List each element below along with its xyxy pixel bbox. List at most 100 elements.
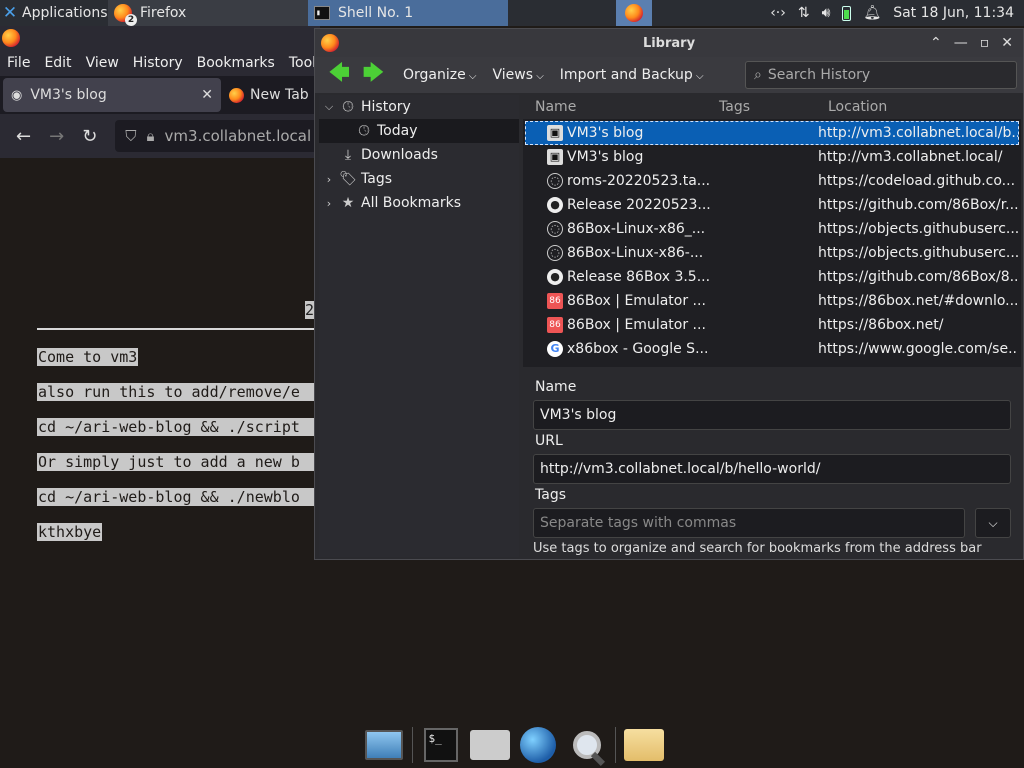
taskbar-firefox[interactable]: 2 Firefox (108, 0, 308, 26)
magnifier-icon (571, 729, 603, 761)
firefox-navbar: ← → ↻ ⛉ 🔒︎ vm3.collabnet.local (0, 114, 320, 158)
name-label: Name (535, 379, 577, 395)
transfer-icon[interactable]: ⇅ (798, 5, 810, 21)
globe-icon: ◌ (547, 173, 563, 189)
firefox-menubar: File Edit View History Bookmarks Tools (0, 50, 323, 76)
menu-history[interactable]: History (126, 55, 190, 71)
forward-icon[interactable]: → (49, 126, 64, 147)
import-backup-menu[interactable]: Import and Backup ⌵ (560, 67, 704, 83)
tree-label: All Bookmarks (361, 195, 462, 211)
chevron-down-icon[interactable]: ⌵ (319, 100, 339, 114)
dock-web-browser[interactable] (518, 725, 558, 765)
menu-edit[interactable]: Edit (37, 55, 78, 71)
history-row[interactable]: ◌ roms-20220523.ta... https://codeload.git… (525, 169, 1019, 193)
forward-arrow-icon[interactable]: 🡆 (363, 58, 387, 92)
tree-label: Today (377, 123, 418, 139)
minimize-icon[interactable]: — (954, 35, 968, 51)
row-location: https://objects.githubuserc... (818, 245, 1018, 261)
taskbar-library[interactable] (616, 0, 652, 26)
row-name: 86Box | Emulator ... (567, 317, 706, 333)
tree-item-all-bookmarks[interactable]: › ★ All Bookmarks (319, 191, 519, 215)
tree-item-downloads[interactable]: ⤓ Downloads (319, 143, 519, 167)
chevron-right-icon[interactable]: › (319, 173, 339, 186)
clock[interactable]: Sat 18 Jun, 11:34 (893, 5, 1014, 21)
tags-label: Tags (535, 487, 566, 503)
menu-file[interactable]: File (0, 55, 37, 71)
content-line: also run this to add/remove/e (37, 383, 315, 401)
back-arrow-icon[interactable]: 🡄 (329, 58, 353, 92)
dock-home-folder[interactable] (469, 725, 510, 765)
window-count-badge: 2 (125, 14, 137, 26)
history-row[interactable]: 86 86Box | Emulator ... https://86box.net/… (525, 289, 1019, 313)
history-row[interactable]: ● Release 86Box 3.5... https://github.com/… (525, 265, 1019, 289)
back-icon[interactable]: ← (16, 126, 31, 147)
details-pane: Name VM3's blog URL http://vm3.collabnet… (523, 371, 1021, 557)
tree-item-today[interactable]: 🕓︎ Today (319, 119, 519, 143)
menu-view[interactable]: View (79, 55, 126, 71)
history-row[interactable]: ● Release 20220523... https://github.com/8… (525, 193, 1019, 217)
organize-menu[interactable]: Organize ⌵ (403, 67, 477, 83)
firefox-window: File Edit View History Bookmarks Tools ◉… (0, 26, 323, 726)
library-titlebar[interactable]: Library ⌃ — ▫ ✕ (315, 29, 1023, 57)
close-icon[interactable]: ✕ (1001, 35, 1013, 51)
search-history-input[interactable]: ⌕ Search History (745, 61, 1017, 89)
tags-field[interactable]: Separate tags with commas (533, 508, 965, 538)
url-bar[interactable]: ⛉ 🔒︎ vm3.collabnet.local (115, 120, 320, 152)
applications-menu[interactable]: ✕ Applications (0, 3, 108, 23)
dock-terminal[interactable]: $_ (421, 725, 461, 765)
86box-icon: 86 (547, 293, 563, 309)
maximize-icon[interactable]: ▫ (980, 35, 990, 51)
row-name: Release 20220523... (567, 197, 711, 213)
firefox-icon: 2 (114, 4, 137, 26)
desktop-icon (365, 730, 404, 760)
history-row[interactable]: 86 86Box | Emulator ... https://86box.net/ (525, 313, 1019, 337)
history-row[interactable]: Gx86box - Google S... https://www.google.… (525, 337, 1019, 361)
firefox-titlebar[interactable] (0, 26, 320, 50)
dock-app-finder[interactable] (566, 725, 606, 765)
column-name[interactable]: Name (535, 99, 576, 115)
vm-icon: ▣ (547, 149, 563, 165)
battery-icon[interactable] (842, 5, 852, 21)
column-tags[interactable]: Tags (719, 99, 750, 115)
vm-icon: ◉ (11, 87, 23, 103)
volume-icon[interactable]: 🔊︎ (822, 5, 831, 21)
dock-files[interactable] (623, 725, 664, 765)
lock-icon[interactable]: 🔒︎ (147, 127, 155, 145)
notification-bell-icon[interactable]: 🔔︎ (863, 5, 881, 21)
tab-vm3-blog[interactable]: ◉ VM3's blog ✕ (3, 78, 221, 112)
url-text: vm3.collabnet.local (164, 127, 312, 145)
reload-icon[interactable]: ↻ (82, 126, 97, 147)
views-menu[interactable]: Views ⌵ (493, 67, 544, 83)
firefox-icon (2, 29, 20, 47)
history-row[interactable]: ◌ 86Box-Linux-x86-... https://objects.gith… (525, 241, 1019, 265)
dock-show-desktop[interactable] (364, 725, 404, 765)
shield-icon[interactable]: ⛉ (125, 127, 136, 145)
tree-item-history[interactable]: ⌵ 🕓︎ History (319, 95, 519, 119)
tab-label: VM3's blog (30, 87, 107, 103)
network-arrows-icon[interactable]: ‹·› (770, 5, 786, 21)
menu-bookmarks[interactable]: Bookmarks (190, 55, 282, 71)
history-list: ▣ VM3's blog http://vm3.collabnet.local/b.… (523, 119, 1021, 367)
search-placeholder: Search History (767, 67, 871, 83)
globe-icon (520, 727, 557, 763)
history-row[interactable]: ▣ VM3's blog http://vm3.collabnet.local/b.… (525, 121, 1019, 145)
url-field[interactable]: http://vm3.collabnet.local/b/hello-world… (533, 454, 1011, 484)
taskbar-shell[interactable]: ▮ Shell No. 1 (308, 0, 508, 26)
tags-dropdown-button[interactable]: ⌵ (975, 508, 1011, 538)
tree-item-tags[interactable]: › 🏷︎ Tags (319, 167, 519, 191)
history-row[interactable]: ◌ 86Box-Linux-x86_... https://objects.gith… (525, 217, 1019, 241)
row-name: x86box - Google S... (567, 341, 709, 357)
tags-hint: Use tags to organize and search for book… (533, 541, 982, 556)
column-location[interactable]: Location (828, 99, 887, 115)
chevron-right-icon[interactable]: › (319, 197, 339, 210)
content-line: Come to vm3 (37, 348, 139, 366)
tree-label: Tags (361, 171, 392, 187)
name-field[interactable]: VM3's blog (533, 400, 1011, 430)
globe-icon: ◌ (547, 221, 563, 237)
history-row[interactable]: ▣ VM3's blog http://vm3.collabnet.local/ (525, 145, 1019, 169)
shade-icon[interactable]: ⌃ (930, 35, 942, 51)
tab-new-tab[interactable]: New Tab (221, 78, 317, 112)
chevron-down-icon: ⌵ (465, 71, 477, 82)
close-tab-icon[interactable]: ✕ (201, 87, 213, 103)
content-line: kthxbye (37, 523, 103, 541)
